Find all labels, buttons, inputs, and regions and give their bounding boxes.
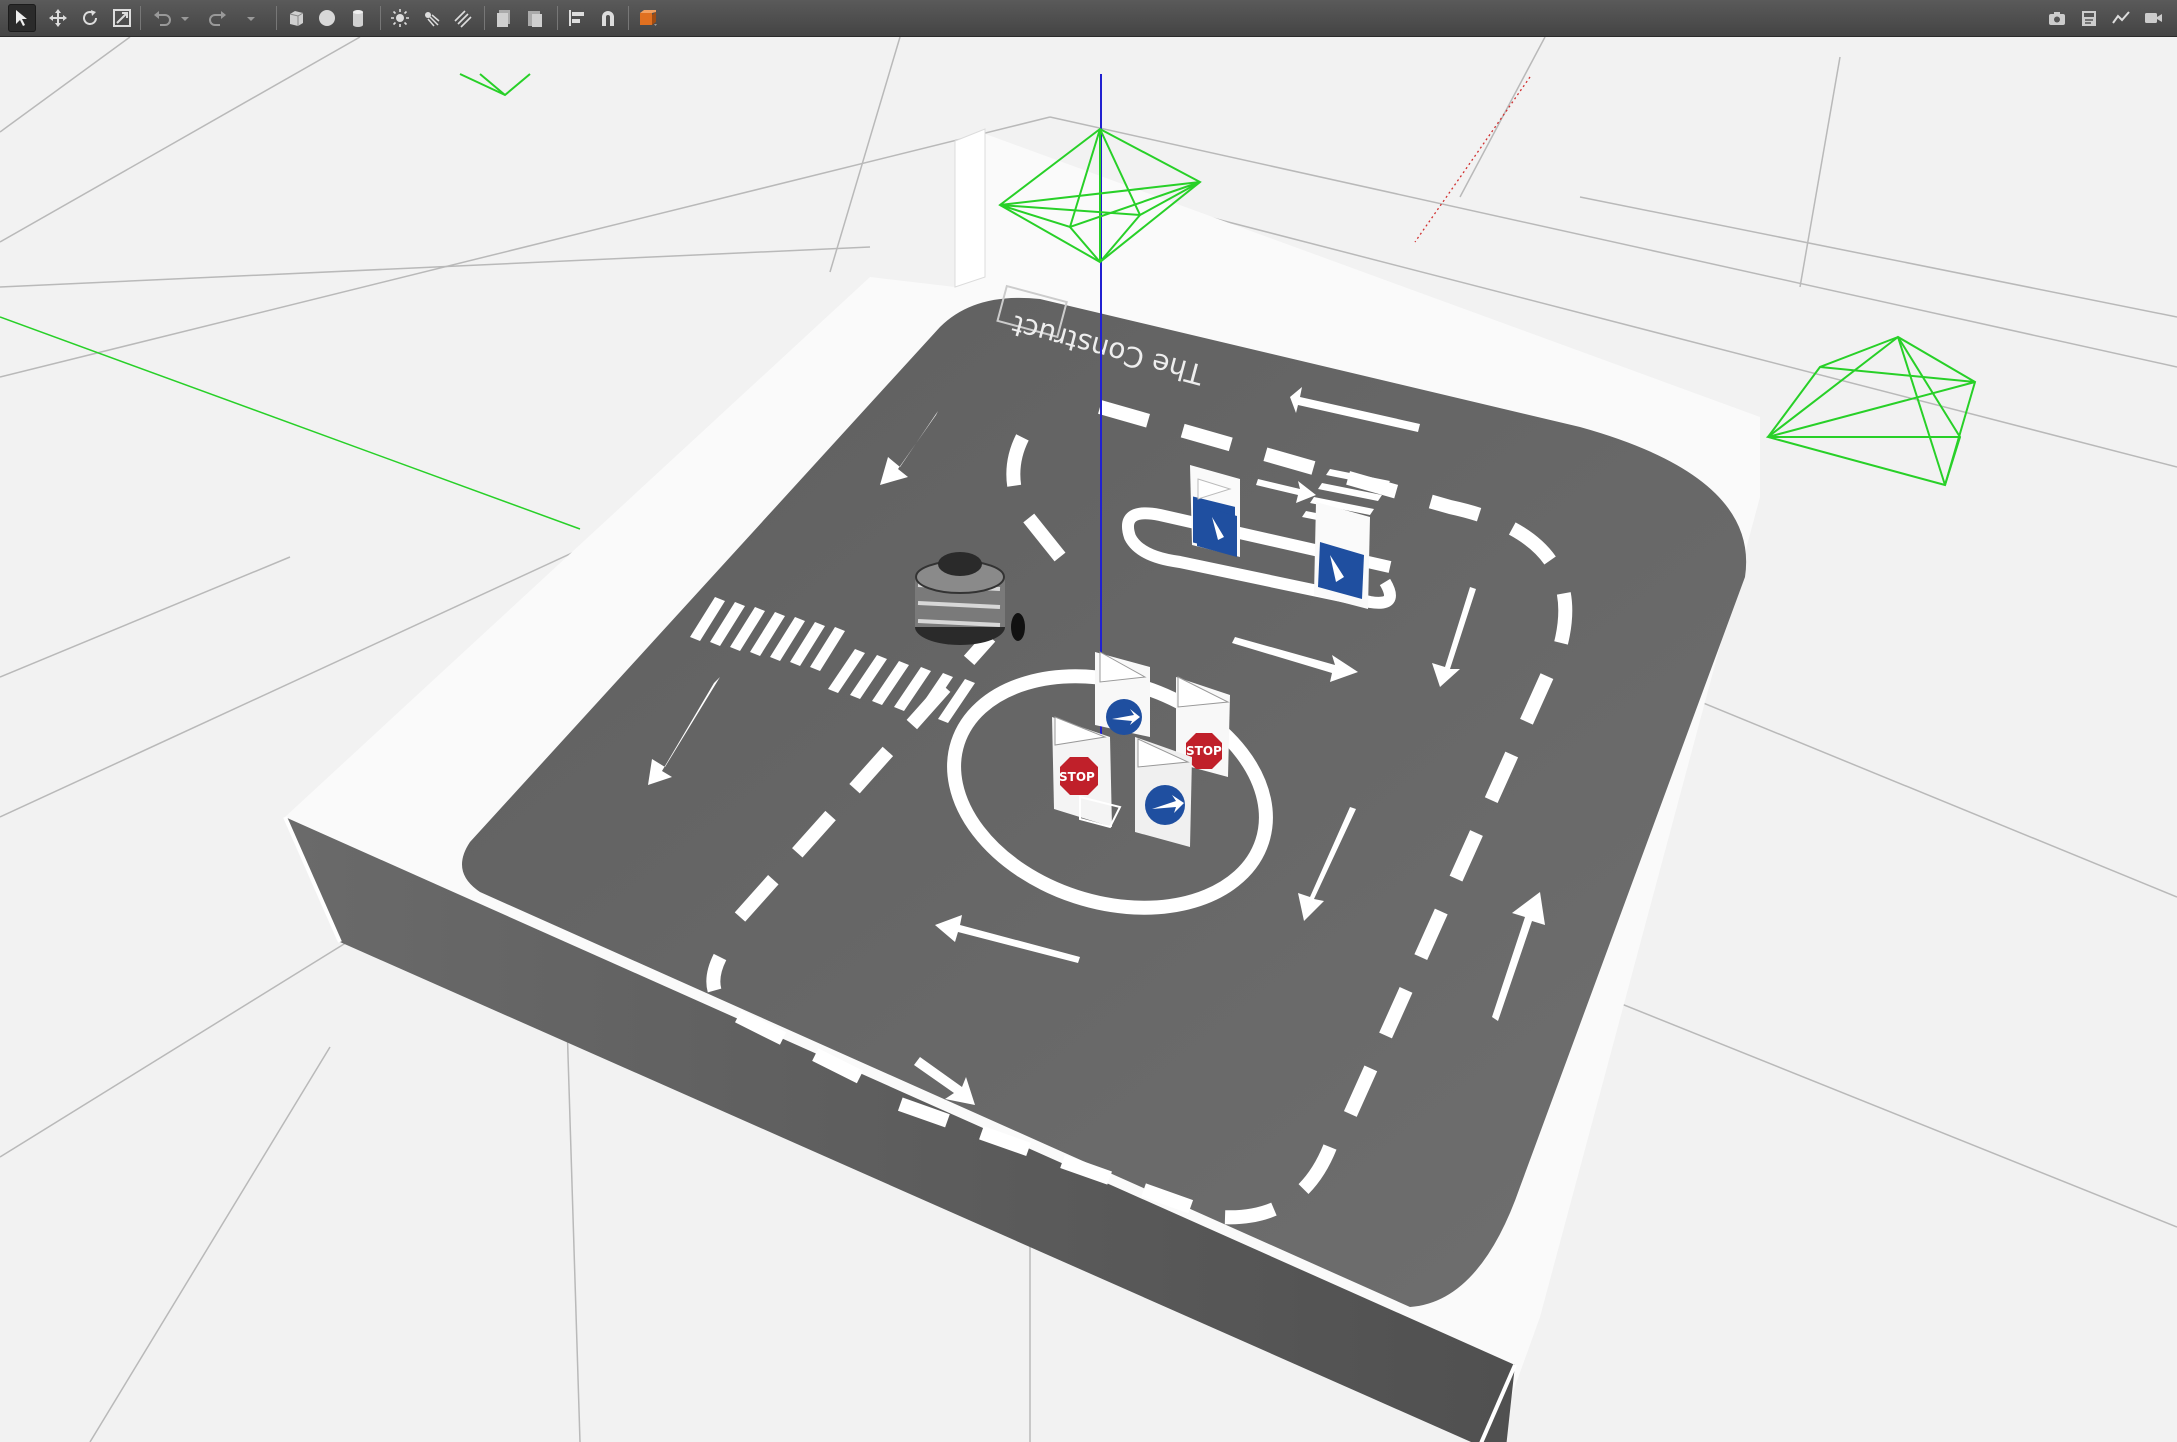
align-icon [569,10,584,26]
scale-icon [113,9,131,27]
snap-button[interactable] [594,4,622,32]
plot-icon [2112,11,2130,24]
toolbar-separator [380,6,381,30]
toolbar-separator [557,6,558,30]
screenshot-button[interactable] [2043,4,2071,32]
record-video-button[interactable] [2139,4,2167,32]
directional-light-icon [454,10,472,28]
redo-history-dropdown[interactable] [244,4,258,32]
back-wall [954,128,986,288]
copy-icon [497,10,510,27]
video-camera-icon [2145,13,2162,23]
robot-wheel [1011,613,1025,641]
undo-history-dropdown[interactable] [178,4,192,32]
3d-viewport[interactable]: The Construct STOP STOP [0,37,2177,1442]
toolbar-separator [484,6,485,30]
spot-light-icon [425,12,440,27]
translate-mode-button[interactable] [44,4,72,32]
redo-icon [209,11,226,26]
toolbar-separator [276,6,277,30]
plot-button[interactable] [2107,4,2135,32]
box-icon [289,11,304,26]
move-arrows-icon [49,9,67,27]
camera-icon [2049,12,2065,25]
log-icon [2082,11,2096,26]
cylinder-icon [353,10,363,27]
insert-box-button[interactable] [282,4,310,32]
view-cube-icon [640,10,657,26]
change-view-button[interactable] [634,4,662,32]
paste-icon [528,11,542,27]
sun-icon [391,9,409,27]
paste-button[interactable] [521,4,549,32]
scene-render[interactable]: The Construct STOP STOP [0,37,2177,1442]
directional-light-button[interactable] [448,4,476,32]
point-light-button[interactable] [386,4,414,32]
redo-button[interactable] [204,4,232,32]
spot-light-button[interactable] [417,4,445,32]
undo-icon [154,11,171,26]
log-button[interactable] [2075,4,2103,32]
rotate-icon [83,10,97,25]
stop-sign-label: STOP [1186,744,1222,758]
undo-button[interactable] [148,4,176,32]
insert-sphere-button[interactable] [313,4,341,32]
rotate-mode-button[interactable] [76,4,104,32]
sign-pedestrian-2[interactable] [1314,502,1370,609]
select-mode-button[interactable] [8,4,36,32]
align-button[interactable] [563,4,591,32]
insert-cylinder-button[interactable] [344,4,372,32]
dropdown-icon [181,17,189,21]
magnet-icon [602,11,614,26]
copy-button[interactable] [490,4,518,32]
toolbar-separator [628,6,629,30]
sphere-icon [319,10,335,26]
toolbar-separator [140,6,141,30]
arrow-pointer-icon [16,10,27,26]
scale-mode-button[interactable] [108,4,136,32]
main-toolbar [0,0,2177,37]
dropdown-icon [247,17,255,21]
stop-sign-label: STOP [1059,770,1095,784]
